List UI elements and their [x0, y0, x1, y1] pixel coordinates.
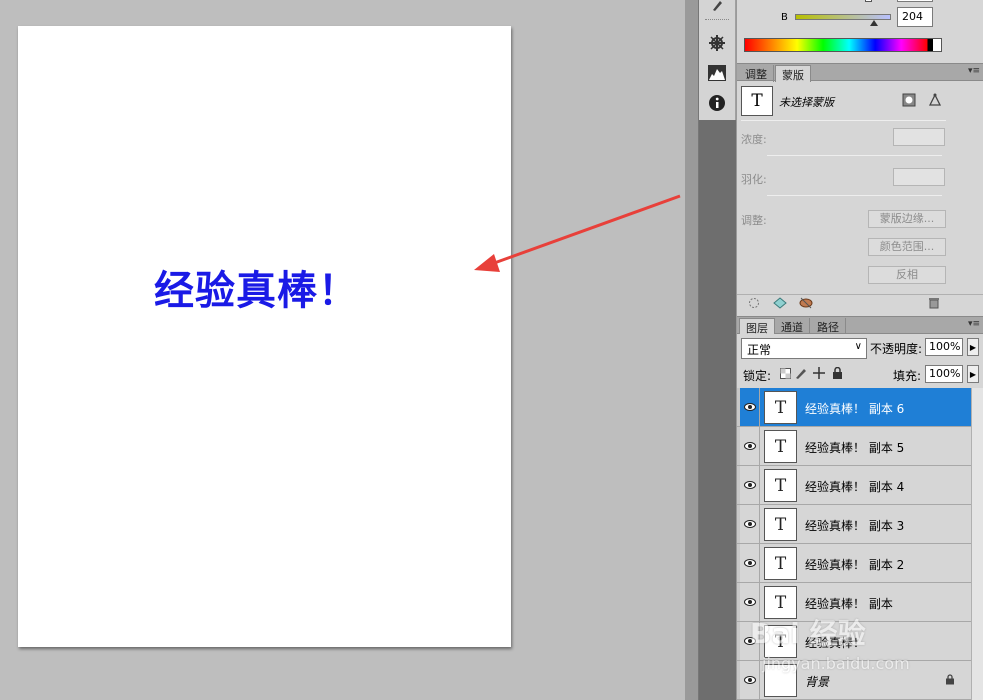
- adjust-label: 调整:: [741, 214, 767, 227]
- opacity-flyout-arrow-icon[interactable]: ▶: [967, 338, 979, 356]
- lock-transparent-icon[interactable]: [779, 367, 791, 379]
- invert-button: 反相: [868, 266, 946, 284]
- delete-mask-icon[interactable]: [927, 296, 941, 310]
- vector-mask-icon[interactable]: [927, 92, 943, 108]
- layer-name[interactable]: 经验真棒！ 副本 3: [805, 517, 904, 534]
- tab-masks[interactable]: 蒙版: [775, 65, 811, 82]
- chevron-down-icon: ∨: [854, 341, 862, 352]
- tab-channels[interactable]: 通道: [775, 318, 810, 335]
- disable-mask-icon[interactable]: [799, 296, 813, 310]
- pixel-mask-icon[interactable]: [901, 92, 917, 108]
- density-slider: [767, 155, 942, 156]
- tab-layers[interactable]: 图层: [739, 318, 775, 335]
- layer-row[interactable]: T 经验真棒！ 副本 4: [737, 466, 971, 505]
- collapsed-panel-strip: [699, 0, 736, 700]
- layer-thumbnail: [764, 664, 797, 697]
- mask-edge-button: 蒙版边缘...: [868, 210, 946, 228]
- masks-footer: [737, 294, 983, 310]
- right-panel-dock: B 204 调整 蒙版 ▾≡ T 未选择蒙版 浓度: 羽化: 调整: 蒙版边缘.…: [736, 0, 983, 700]
- visibility-eye-icon[interactable]: [740, 544, 760, 582]
- previous-slider-thumb[interactable]: [865, 0, 872, 2]
- color-panel: B 204: [737, 0, 983, 62]
- layers-scrollbar[interactable]: [971, 388, 983, 700]
- density-label: 浓度:: [741, 133, 767, 146]
- tab-paths[interactable]: 路径: [811, 318, 846, 335]
- layer-thumbnail: T: [764, 508, 797, 541]
- histogram-icon[interactable]: [705, 62, 729, 84]
- annotation-arrow: [474, 194, 681, 272]
- layers-list: T 经验真棒！ 副本 6 T 经验真棒！ 副本 5 T 经验真棒！ 副本 4 T: [737, 388, 983, 700]
- channel-value-field[interactable]: 204: [897, 7, 933, 27]
- masks-panel: T 未选择蒙版 浓度: 羽化: 调整: 蒙版边缘... 颜色范围... 反相: [737, 82, 983, 310]
- layer-name[interactable]: 经验真棒！ 副本 4: [805, 478, 904, 495]
- layer-row[interactable]: T 经验真棒！ 副本 3: [737, 505, 971, 544]
- layer-thumbnail: T: [764, 391, 797, 424]
- blend-mode-select[interactable]: 正常 ∨: [741, 338, 867, 359]
- fill-flyout-arrow-icon[interactable]: ▶: [967, 365, 979, 383]
- opacity-label: 不透明度:: [870, 342, 923, 356]
- blend-mode-value: 正常: [747, 343, 772, 357]
- lock-label: 锁定:: [743, 369, 772, 383]
- layer-thumbnail: T: [764, 430, 797, 463]
- layer-thumbnail: T: [764, 547, 797, 580]
- layers-tabbar: 图层 通道 路径 ▾≡: [737, 316, 983, 335]
- color-range-button: 颜色范围...: [868, 238, 946, 256]
- opacity-field[interactable]: 100%: [925, 338, 963, 356]
- load-selection-icon[interactable]: [747, 296, 761, 310]
- layer-name[interactable]: 经验真棒！ 副本 5: [805, 439, 904, 456]
- layer-lock-icon: [945, 674, 955, 688]
- visibility-eye-icon[interactable]: [740, 661, 760, 699]
- fill-label: 填充:: [893, 369, 922, 383]
- layer-row[interactable]: T 经验真棒！ 副本 6: [737, 388, 971, 427]
- layer-thumbnail: T: [764, 469, 797, 502]
- layer-row[interactable]: T 经验真棒！ 副本 2: [737, 544, 971, 583]
- layers-panel-menu-icon[interactable]: ▾≡: [968, 319, 980, 329]
- channel-slider-thumb[interactable]: [870, 20, 878, 26]
- canvas-area[interactable]: 经验真棒！: [0, 0, 685, 700]
- layers-controls: 正常 ∨ 不透明度: 100% ▶ 锁定: 填充: 100% ▶: [737, 334, 983, 386]
- feather-label: 羽化:: [741, 173, 767, 186]
- strip-divider: [705, 19, 729, 21]
- lock-all-icon[interactable]: [831, 367, 843, 379]
- layer-thumbnail: T: [764, 625, 797, 658]
- lock-position-icon[interactable]: [813, 367, 825, 379]
- layer-name[interactable]: 经验真棒！ 副本 6: [805, 400, 904, 417]
- panel-dock-separator[interactable]: [685, 0, 699, 700]
- layer-row[interactable]: T 经验真棒！: [737, 622, 971, 661]
- fill-field[interactable]: 100%: [925, 365, 963, 383]
- color-spectrum-bar[interactable]: [744, 38, 942, 52]
- layer-thumbnail: T: [764, 586, 797, 619]
- layer-name[interactable]: 背景: [805, 673, 829, 690]
- mask-divider: [741, 120, 946, 121]
- layer-name[interactable]: 经验真棒！: [805, 634, 865, 651]
- visibility-eye-icon[interactable]: [740, 466, 760, 504]
- channel-label: B: [781, 12, 788, 23]
- channel-value-field-previous[interactable]: [897, 0, 933, 2]
- layer-name[interactable]: 经验真棒！ 副本 2: [805, 556, 904, 573]
- panel-menu-icon[interactable]: ▾≡: [968, 66, 980, 76]
- visibility-eye-icon[interactable]: [740, 583, 760, 621]
- navigator-compass-icon[interactable]: [705, 32, 729, 54]
- adjust-masks-tabbar: 调整 蒙版 ▾≡: [737, 63, 983, 82]
- visibility-eye-icon[interactable]: [740, 622, 760, 660]
- layer-row-background[interactable]: 背景: [737, 661, 971, 700]
- apply-mask-icon[interactable]: [773, 296, 787, 310]
- feather-slider: [767, 195, 942, 196]
- mask-thumbnail[interactable]: T: [741, 86, 773, 116]
- visibility-eye-icon[interactable]: [740, 505, 760, 543]
- info-icon[interactable]: [705, 92, 729, 114]
- visibility-eye-icon[interactable]: [740, 427, 760, 465]
- mask-status-text: 未选择蒙版: [779, 96, 834, 109]
- density-field: [893, 128, 945, 146]
- brush-preset-icon[interactable]: [705, 0, 729, 16]
- layer-name[interactable]: 经验真棒！ 副本: [805, 595, 893, 612]
- layer-row[interactable]: T 经验真棒！ 副本 5: [737, 427, 971, 466]
- visibility-eye-icon[interactable]: [740, 388, 760, 426]
- tab-adjustments[interactable]: 调整: [739, 65, 774, 82]
- feather-field: [893, 168, 945, 186]
- lock-image-pixels-icon[interactable]: [795, 367, 807, 379]
- layer-row[interactable]: T 经验真棒！ 副本: [737, 583, 971, 622]
